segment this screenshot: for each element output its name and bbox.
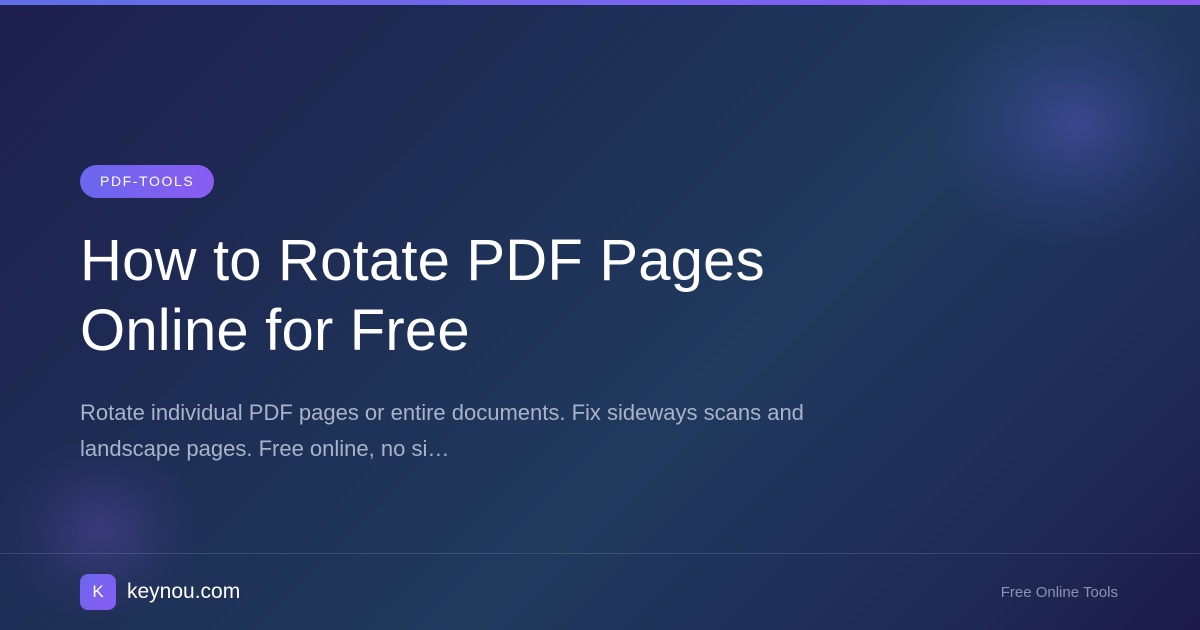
brand-name: keynou.com	[127, 580, 241, 603]
footer-tagline: Free Online Tools	[1000, 584, 1118, 601]
brand-logo-letter: K	[92, 582, 104, 601]
description-line-2: landscape pages. Free online, no si…	[80, 436, 450, 461]
description: Rotate individual PDF pages or entire do…	[80, 395, 940, 467]
footer-divider	[0, 553, 1200, 554]
og-card: PDF-TOOLS How to Rotate PDF Pages Online…	[0, 0, 1200, 630]
title-line-2: Online for Free	[80, 298, 470, 363]
background-glow-right	[930, 0, 1200, 250]
page-title: How to Rotate PDF Pages Online for Free	[80, 226, 980, 366]
category-tag: PDF-TOOLS	[80, 165, 215, 198]
brand-logo-icon: K	[80, 574, 116, 610]
title-line-1: How to Rotate PDF Pages	[80, 228, 765, 293]
brand: K keynou.com	[80, 574, 240, 610]
description-line-1: Rotate individual PDF pages or entire do…	[80, 400, 804, 425]
